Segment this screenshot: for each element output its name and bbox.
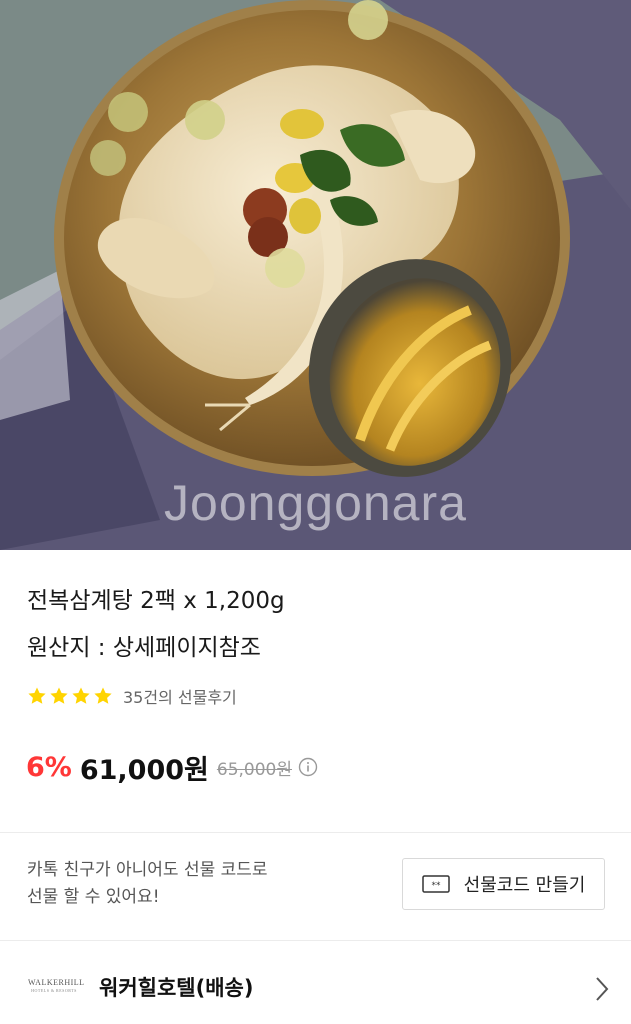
brand-logo-line-2: HOTELS & RESORTS	[31, 988, 77, 993]
brand-logo-line-1: WALKERHILL	[28, 978, 85, 987]
price-row: 6% 61,000원 65,000원	[26, 748, 318, 786]
product-image: Joonggonara	[0, 0, 631, 550]
gift-desc-line-1: 카톡 친구가 아니어도 선물 코드로	[27, 860, 268, 880]
svg-text:**: **	[431, 881, 441, 891]
gift-desc-line-2: 선물 할 수 있어요!	[27, 887, 160, 907]
product-title: 전복삼계탕 2팩 x 1,200g	[27, 588, 285, 614]
star-icon	[94, 687, 112, 704]
original-price: 65,000원	[216, 759, 292, 780]
watermark-text: Joonggonara	[164, 475, 467, 531]
ticket-icon: **	[421, 875, 450, 893]
info-icon[interactable]	[298, 757, 318, 777]
gift-product-page: Joonggonara 전복삼계탕 2팩 x 1,200g 원산지 : 상세페이…	[0, 0, 631, 1024]
rating-row[interactable]: 35건의 선물후기	[27, 684, 237, 708]
star-icon	[72, 687, 90, 704]
rating-stars	[27, 686, 115, 706]
section-divider	[0, 940, 631, 941]
sale-price: 61,000원	[79, 754, 209, 786]
brand-link[interactable]: WALKERHILL HOTELS & RESORTS 워커힐호텔(배송)	[0, 952, 631, 1024]
chevron-right-icon	[596, 977, 609, 1001]
gift-code-description: 카톡 친구가 아니어도 선물 코드로 선물 할 수 있어요!	[27, 857, 268, 911]
create-gift-code-button[interactable]: ** 선물코드 만들기	[402, 858, 605, 910]
star-icon	[50, 687, 68, 704]
star-icon	[28, 687, 46, 704]
brand-name: 워커힐호텔(배송)	[99, 976, 254, 1000]
brand-logo: WALKERHILL HOTELS & RESORTS	[28, 978, 85, 998]
product-origin: 원산지 : 상세페이지참조	[27, 635, 261, 661]
product-photo	[0, 0, 631, 550]
review-count-link[interactable]: 35건의 선물후기	[123, 684, 237, 708]
section-divider	[0, 832, 631, 833]
discount-rate: 6%	[26, 751, 72, 783]
create-gift-code-label: 선물코드 만들기	[463, 875, 586, 896]
